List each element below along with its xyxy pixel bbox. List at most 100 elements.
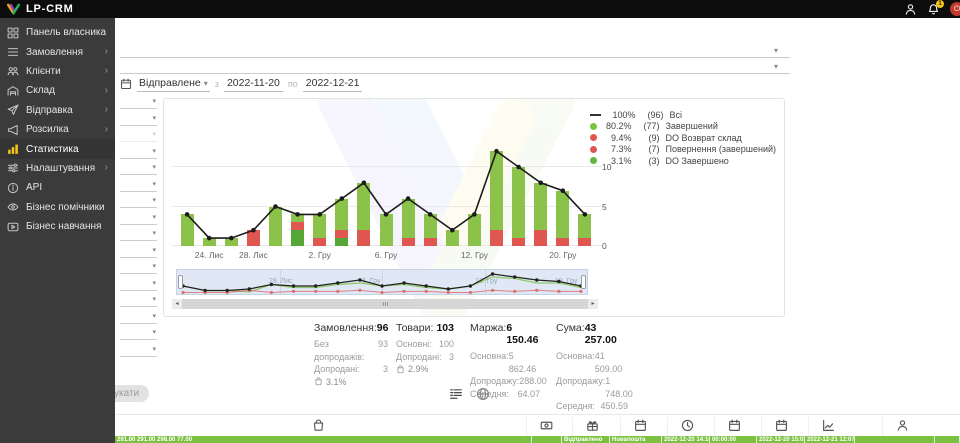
- person-icon[interactable]: [896, 419, 909, 432]
- side-filter-select[interactable]: ▾: [120, 177, 157, 192]
- view-toggles: [449, 387, 490, 401]
- money-icon[interactable]: [540, 419, 553, 432]
- side-filter-select[interactable]: ▾: [120, 193, 157, 208]
- date-type-select[interactable]: Відправлене▾: [137, 77, 210, 92]
- statistics-chart-card: 100%(96)Всі80.2%(77)Завершений9.4%(9)DO …: [163, 98, 785, 317]
- notifications-bell-icon[interactable]: 1: [927, 3, 940, 16]
- orders-table-row[interactable]: 291.00 291.00 298.00 77.00ВідправленоНов…: [115, 436, 960, 443]
- legend-percent: 7.3%: [601, 144, 631, 154]
- table-cell: [855, 436, 935, 443]
- gift-icon[interactable]: [586, 419, 599, 432]
- side-filter-select[interactable]: ▾: [120, 94, 157, 109]
- legend-item[interactable]: 7.3%(7)Повернення (завершений): [590, 144, 776, 156]
- column-separator: [761, 417, 762, 437]
- column-separator: [620, 417, 621, 437]
- summary-subrow: Допродані: 3: [314, 363, 388, 376]
- table-cell: [935, 436, 960, 443]
- side-filter-select[interactable]: ▾: [120, 226, 157, 241]
- summary-title-row: Сума:43 257.00: [556, 322, 628, 346]
- side-filter-select[interactable]: ▾: [120, 111, 157, 126]
- side-filter-select[interactable]: ▾: [120, 276, 157, 291]
- logout-icon[interactable]: ⏻: [950, 2, 960, 16]
- scroll-left-icon[interactable]: ◂: [172, 299, 182, 309]
- summary-subrow-value: 3: [383, 363, 388, 376]
- notification-badge: 1: [936, 0, 944, 8]
- side-filter-select[interactable]: ▾: [120, 160, 157, 175]
- column-separator: [882, 417, 883, 437]
- legend-item[interactable]: 100%(96)Всі: [590, 109, 776, 121]
- side-filter-select[interactable]: ▾: [120, 243, 157, 258]
- bag-icon: [314, 377, 323, 386]
- sidebar-item-clients[interactable]: Клієнти›: [0, 62, 115, 81]
- side-filter-select[interactable]: ▾: [120, 325, 157, 340]
- stats-icon: [7, 143, 19, 155]
- sidebar-item-assistants[interactable]: Бізнес помічники: [0, 198, 115, 217]
- scrollbar-thumb[interactable]: [182, 299, 588, 309]
- side-filter-select[interactable]: ▾: [120, 309, 157, 324]
- legend-label: Завершений: [665, 121, 717, 131]
- summary-subrow-label: Основна:: [470, 350, 509, 375]
- sidebar-item-warehouse[interactable]: Склад›: [0, 81, 115, 100]
- side-filter-select[interactable]: ▾: [120, 342, 157, 357]
- user-icon[interactable]: [904, 3, 917, 16]
- side-filter-select[interactable]: ▾: [120, 259, 157, 274]
- side-filter-select[interactable]: ▾: [120, 292, 157, 307]
- navigator-right-handle[interactable]: [581, 275, 586, 289]
- bag-icon[interactable]: [312, 419, 325, 432]
- sidebar-item-training[interactable]: Бізнес навчання: [0, 217, 115, 236]
- side-filter-select[interactable]: ▾: [120, 210, 157, 225]
- table-cell: Відправлено: [562, 436, 610, 443]
- table-cell: 2022-12-20 14:10:06: [662, 436, 710, 443]
- calendar-icon[interactable]: [775, 419, 788, 432]
- calendar-icon[interactable]: [728, 419, 741, 432]
- section-divider: [115, 414, 960, 415]
- summary-subrow-label: Допродані:: [314, 363, 360, 376]
- chart-range-navigator[interactable]: 28. Лис6. Гру13. Гру19. Гру: [176, 269, 588, 295]
- clock-icon[interactable]: [681, 419, 694, 432]
- chart-scrollbar[interactable]: ◂ ▸: [172, 299, 598, 309]
- sidebar-item-panel[interactable]: Панель власника: [0, 23, 115, 42]
- chevron-down-icon: ▾: [152, 147, 156, 155]
- globe-view-icon[interactable]: [476, 387, 490, 401]
- list-view-icon[interactable]: [449, 387, 463, 401]
- summary-subrow-label: Основна:: [556, 350, 595, 375]
- lp-crm-logo[interactable]: LP-CRM: [6, 3, 74, 16]
- legend-item[interactable]: 3.1%(3)DO Завершено: [590, 155, 776, 167]
- chevron-down-icon: ▾: [152, 328, 156, 336]
- lp-crm-logo-icon: [6, 3, 21, 16]
- sidebar-item-shipping[interactable]: Відправка›: [0, 101, 115, 120]
- legend-item[interactable]: 9.4%(9)DO Возврат склад: [590, 132, 776, 144]
- chevron-down-icon: ▾: [152, 196, 156, 204]
- filter-select-1[interactable]: ▾: [120, 44, 790, 58]
- x-axis-tick: 2. Гру: [308, 250, 330, 260]
- api-icon: [7, 182, 19, 194]
- sidebar-item-settings[interactable]: Налаштування›: [0, 159, 115, 178]
- summary-title-row: Товари:103: [396, 322, 454, 334]
- chart-lines-icon[interactable]: [822, 419, 835, 432]
- sidebar-item-orders[interactable]: Замовлення›: [0, 42, 115, 61]
- calendar-icon[interactable]: [634, 419, 647, 432]
- date-from-input[interactable]: 2022-11-20: [224, 77, 283, 92]
- scroll-right-icon[interactable]: ▸: [588, 299, 598, 309]
- date-to-input[interactable]: 2022-12-21: [303, 77, 363, 92]
- summary-subrow: Основні:100: [396, 338, 454, 351]
- legend-percent: 80.2%: [601, 121, 631, 131]
- sidebar-item-mailing[interactable]: Розсилка›: [0, 120, 115, 139]
- side-filter-select[interactable]: ▾: [120, 127, 157, 142]
- summary-subrow-value: 93: [378, 338, 388, 363]
- column-separator: [667, 417, 668, 437]
- dashboard-icon: [7, 27, 19, 39]
- summary-subrow-label: Допродажу:: [556, 375, 605, 400]
- chevron-down-icon: ▾: [774, 46, 778, 55]
- upsell-percent-row: 2.9%: [396, 364, 454, 374]
- legend-dot-marker: [590, 123, 597, 130]
- sidebar-item-api[interactable]: API: [0, 178, 115, 197]
- side-filter-select[interactable]: ▾: [120, 144, 157, 159]
- topbar-actions: 1 ⏻: [904, 2, 952, 16]
- legend-label: DO Возврат склад: [665, 133, 741, 143]
- legend-item[interactable]: 80.2%(77)Завершений: [590, 121, 776, 133]
- navigator-left-handle[interactable]: [178, 275, 183, 289]
- column-separator: [808, 417, 809, 437]
- sidebar-item-stats[interactable]: Статистика: [0, 139, 115, 158]
- filter-select-2[interactable]: ▾: [120, 60, 790, 74]
